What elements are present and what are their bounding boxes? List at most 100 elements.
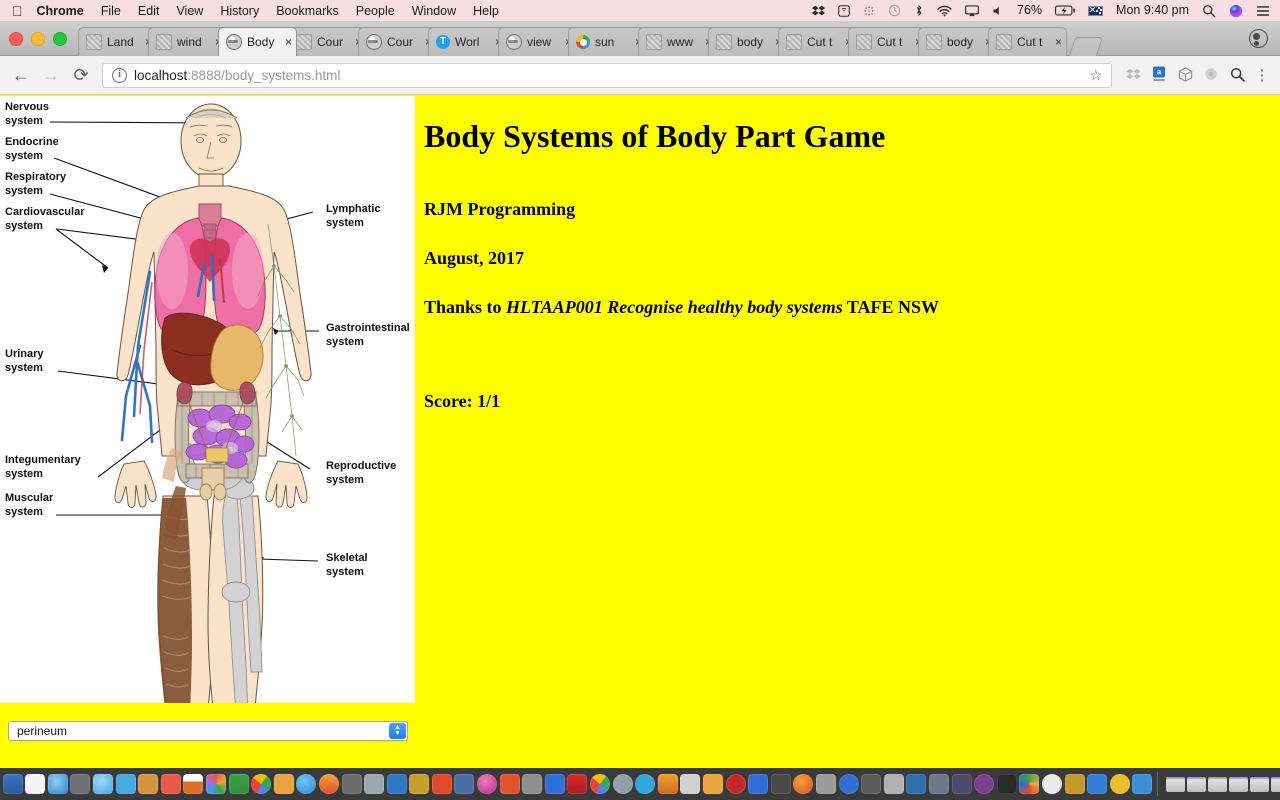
screen-mirroring-icon[interactable] — [965, 4, 979, 17]
dock-icon-appstore[interactable] — [296, 774, 317, 794]
dock-icon-skype[interactable] — [635, 774, 656, 794]
menu-item-chrome[interactable]: Chrome — [37, 4, 84, 18]
dock-icon-contacts[interactable] — [138, 774, 159, 794]
close-window-button[interactable] — [9, 32, 23, 46]
volume-icon[interactable] — [992, 5, 1004, 17]
grey-circle-ext-icon[interactable] — [1198, 67, 1224, 83]
tab-8[interactable]: www × — [638, 27, 717, 56]
dock-icon-colors[interactable] — [1019, 774, 1040, 794]
body-part-select[interactable]: perineum ▲ ▼ — [8, 721, 408, 741]
dock-icon-maps[interactable] — [228, 774, 249, 794]
tab-13[interactable]: Cut t × — [988, 27, 1067, 56]
dock-icon-itunes[interactable] — [477, 774, 498, 794]
dock-icon-link[interactable] — [364, 774, 385, 794]
tab-5[interactable]: T Worl × — [428, 27, 507, 56]
tab-3[interactable]: Cour × — [288, 27, 367, 56]
tab-1[interactable]: wind × — [148, 27, 227, 56]
menu-item-people[interactable]: People — [356, 4, 395, 18]
dock-icon-book[interactable] — [1064, 774, 1085, 794]
dock-window-4[interactable] — [1229, 776, 1249, 792]
tab-11[interactable]: Cut t × — [848, 27, 927, 56]
battery-charging-icon[interactable] — [1055, 5, 1075, 16]
dock-icon-calendar[interactable] — [183, 774, 204, 794]
reload-button[interactable]: ⟳ — [66, 66, 96, 84]
apple-logo-icon[interactable]:  — [12, 4, 23, 18]
tab-close-icon[interactable]: × — [285, 36, 292, 48]
dock-icon-chrome[interactable] — [590, 774, 611, 794]
select-chevron-updown-icon[interactable]: ▲ ▼ — [389, 723, 406, 739]
dock-icon-compass[interactable] — [92, 774, 113, 794]
new-tab-button[interactable] — [1068, 37, 1104, 56]
dock-icon-firefox-dev[interactable] — [499, 774, 520, 794]
dock-icon-bucket[interactable] — [1087, 774, 1108, 794]
dock-icon-numbers[interactable] — [522, 774, 543, 794]
dock-window-6[interactable] — [1271, 776, 1280, 792]
tab-12[interactable]: body × — [918, 27, 997, 56]
dock-icon-photos[interactable] — [205, 774, 226, 794]
forward-button[interactable]: → — [36, 66, 66, 84]
body-systems-diagram-image[interactable]: Nervous system Endocrine system Respirat… — [0, 96, 415, 703]
dock-icon-robot[interactable] — [883, 774, 904, 794]
dock-window-5[interactable] — [1250, 776, 1270, 792]
dock-icon-finder[interactable] — [2, 774, 23, 794]
amazon-ext-icon[interactable]: a — [1146, 66, 1172, 84]
dock-icon-system-preferences[interactable] — [70, 774, 91, 794]
chrome-menu-button[interactable]: ⋮ — [1250, 68, 1274, 83]
back-button[interactable]: ← — [6, 66, 36, 84]
profile-avatar-icon[interactable] — [1249, 29, 1268, 48]
tab-4[interactable]: Cour × — [358, 27, 437, 56]
site-info-icon[interactable]: i — [112, 67, 127, 83]
dock-icon-github[interactable] — [974, 774, 995, 794]
menu-bar-clock[interactable]: Mon 9:40 pm — [1116, 4, 1189, 17]
australia-flag-icon[interactable] — [1088, 5, 1104, 16]
dock-icon-itunes-blue[interactable] — [386, 774, 407, 794]
dock-icon-target[interactable] — [951, 774, 972, 794]
dock-icon-mail-yellow[interactable] — [409, 774, 430, 794]
dock-icon-dashboard[interactable] — [341, 774, 362, 794]
dock-icon-steam[interactable] — [838, 774, 859, 794]
dock-icon-filezilla[interactable] — [567, 774, 588, 794]
dock-icon-sublime[interactable] — [928, 774, 949, 794]
dock-icon-help-question[interactable] — [770, 774, 791, 794]
dock-icon-emoji[interactable] — [1109, 774, 1130, 794]
dock-icon-chrome-alt[interactable] — [251, 774, 272, 794]
siri-icon[interactable] — [1229, 4, 1243, 18]
menu-item-edit[interactable]: Edit — [138, 4, 160, 18]
wifi-icon[interactable] — [937, 5, 952, 17]
tab-6[interactable]: view × — [498, 27, 577, 56]
dock-window-3[interactable] — [1208, 776, 1228, 792]
menu-item-history[interactable]: History — [220, 4, 259, 18]
spotlight-search-icon[interactable] — [1202, 4, 1216, 18]
dock-icon-tool-grey[interactable] — [815, 774, 836, 794]
search-ext-icon[interactable] — [1224, 67, 1250, 84]
dock-icon-question[interactable] — [861, 774, 882, 794]
dock-icon-globe[interactable] — [612, 774, 633, 794]
dock-icon-terminal[interactable] — [996, 774, 1017, 794]
tab-0[interactable]: Land × — [78, 27, 157, 56]
dock-icon-teamviewer[interactable] — [748, 774, 769, 794]
dock-icon-reminders[interactable] — [160, 774, 181, 794]
dock-icon-word[interactable] — [544, 774, 565, 794]
box-ext-icon[interactable] — [1172, 66, 1198, 84]
dock-window-1[interactable] — [1166, 776, 1186, 792]
tab-2-active[interactable]: Body × — [218, 27, 297, 56]
tab-close-icon[interactable]: × — [1055, 36, 1062, 48]
dots-grid-icon[interactable] — [863, 5, 875, 17]
dock-icon-vscode[interactable] — [906, 774, 927, 794]
bookmark-star-icon[interactable]: ☆ — [1089, 67, 1102, 84]
dock-icon-preview[interactable] — [25, 774, 46, 794]
menu-item-file[interactable]: File — [101, 4, 121, 18]
minimize-window-button[interactable] — [31, 32, 45, 46]
dock-icon-games[interactable] — [273, 774, 294, 794]
dock-icon-safari[interactable] — [47, 774, 68, 794]
dock-window-2[interactable] — [1187, 776, 1207, 792]
menu-item-view[interactable]: View — [176, 4, 203, 18]
dropbox-icon[interactable] — [812, 4, 825, 17]
tab-7[interactable]: sun × — [568, 27, 647, 56]
dock-icon-facetime[interactable] — [318, 774, 339, 794]
menu-item-bookmarks[interactable]: Bookmarks — [276, 4, 339, 18]
menu-item-help[interactable]: Help — [473, 4, 499, 18]
dock-icon-box[interactable] — [680, 774, 701, 794]
menu-item-window[interactable]: Window — [412, 4, 456, 18]
bluetooth-icon[interactable] — [914, 4, 924, 17]
